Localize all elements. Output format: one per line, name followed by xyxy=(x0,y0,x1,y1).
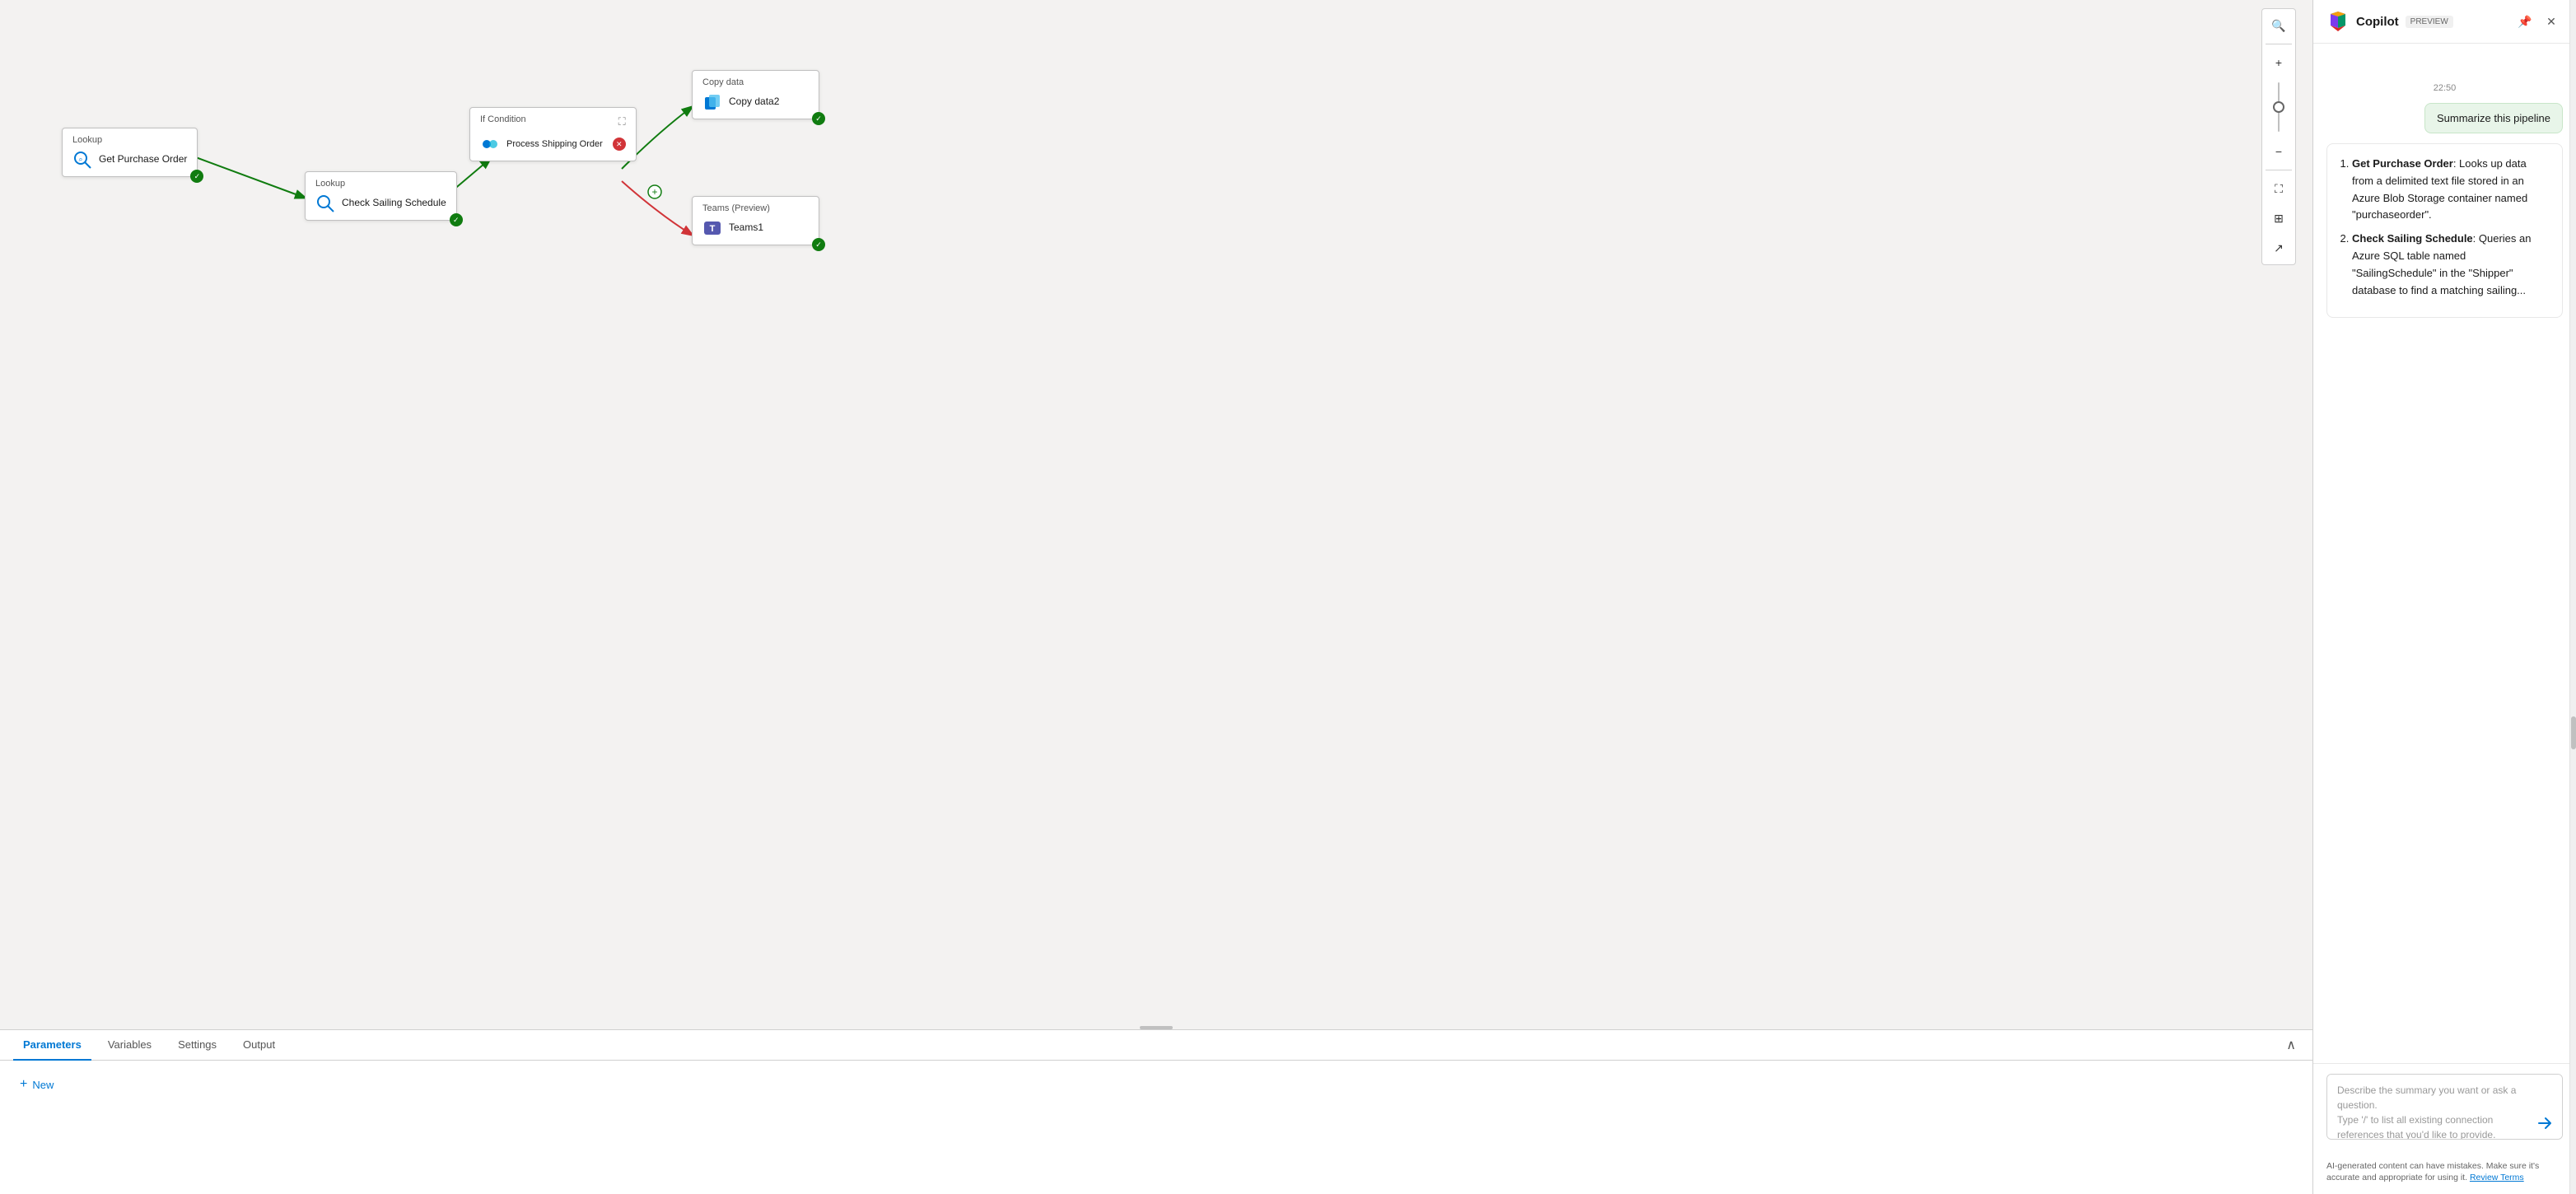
send-button[interactable] xyxy=(2535,1116,2555,1136)
node-if-condition-label: If Condition xyxy=(480,114,526,124)
ai-response-item-1: Get Purchase Order: Looks up data from a… xyxy=(2352,156,2550,224)
node-copy-data[interactable]: Copy data Copy data2 ✓ xyxy=(692,70,819,119)
bottom-panel: Parameters Variables Settings Output ∧ +… xyxy=(0,1029,2312,1194)
copilot-panel: Copilot PREVIEW 📌 ✕ 22:50 Summarize this… xyxy=(2312,0,2576,1194)
lookup-icon: ⌕ xyxy=(72,150,92,170)
node-label: Check Sailing Schedule xyxy=(342,197,446,210)
copilot-header: Copilot PREVIEW 📌 ✕ xyxy=(2313,0,2576,44)
svg-text:⌕: ⌕ xyxy=(78,155,82,163)
node-teams[interactable]: Teams (Preview) T Teams1 ✓ xyxy=(692,196,819,245)
expand-icon[interactable]: ⛶ xyxy=(618,115,626,128)
process-icon xyxy=(480,134,500,154)
copilot-input[interactable] xyxy=(2326,1074,2563,1140)
fit-screen-button[interactable]: ⛶ xyxy=(2266,175,2292,202)
plus-icon: + xyxy=(20,1077,27,1092)
tab-settings[interactable]: Settings xyxy=(168,1030,226,1061)
teams-icon: T xyxy=(702,218,722,238)
node-label: Copy data2 xyxy=(729,96,779,109)
new-parameter-button[interactable]: + New xyxy=(13,1074,60,1095)
node-success-indicator: ✓ xyxy=(812,112,825,125)
slider-thumb[interactable] xyxy=(2273,101,2284,113)
slider-track xyxy=(2278,82,2280,132)
ai-response: Get Purchase Order: Looks up data from a… xyxy=(2326,143,2563,318)
tab-parameters[interactable]: Parameters xyxy=(13,1030,91,1061)
node-success-indicator: ✓ xyxy=(812,238,825,251)
node-get-purchase-order[interactable]: Lookup ⌕ Get Purchase Order ✓ xyxy=(62,128,198,177)
svg-text:+: + xyxy=(651,186,657,198)
tab-output[interactable]: Output xyxy=(233,1030,285,1061)
node-label: Teams1 xyxy=(729,222,763,235)
zoom-out-button[interactable]: − xyxy=(2266,138,2292,165)
new-button-label: New xyxy=(32,1079,54,1091)
node-copy-header: Copy data xyxy=(702,77,809,87)
close-copilot-button[interactable]: ✕ xyxy=(2540,10,2563,33)
copilot-preview-badge: PREVIEW xyxy=(2406,16,2453,28)
pin-button[interactable]: 📌 xyxy=(2513,10,2536,33)
copy-icon xyxy=(702,92,722,112)
scrollbar-thumb[interactable] xyxy=(2571,716,2576,749)
node-type-label: Lookup xyxy=(315,179,446,189)
node-success-indicator: ✓ xyxy=(190,170,203,183)
node-success-indicator: ✓ xyxy=(450,213,463,226)
svg-text:T: T xyxy=(710,224,716,234)
node-error-indicator: ✕ xyxy=(613,138,626,151)
copilot-input-wrapper xyxy=(2326,1074,2563,1144)
canvas-toolbar: 🔍 + − ⛶ ⊞ ↗ xyxy=(2261,8,2296,265)
node-if-condition[interactable]: If Condition ⛶ Process Shipping Order ✕ xyxy=(469,107,637,161)
node-type-label: Lookup xyxy=(72,135,187,145)
ai-response-item-2: Check Sailing Schedule: Queries an Azure… xyxy=(2352,231,2550,299)
node-teams-header: Teams (Preview) xyxy=(702,203,809,213)
chat-timestamp: 22:50 xyxy=(2326,83,2563,93)
copilot-header-actions: 📌 ✕ xyxy=(2513,10,2563,33)
item2-name: Check Sailing Schedule xyxy=(2352,232,2473,245)
node-check-sailing-schedule[interactable]: Lookup Check Sailing Schedule ✓ xyxy=(305,171,457,221)
lookup-icon xyxy=(315,194,335,213)
zoom-slider xyxy=(2266,79,2292,135)
copilot-title: Copilot xyxy=(2356,15,2399,29)
copilot-footer: AI-generated content can have mistakes. … xyxy=(2313,1154,2576,1194)
item1-name: Get Purchase Order xyxy=(2352,157,2453,170)
scrollbar-track xyxy=(2569,0,2576,1194)
bottom-panel-content: + New xyxy=(0,1061,2312,1108)
review-terms-link[interactable]: Review Terms xyxy=(2470,1173,2524,1182)
pipeline-canvas: + Lookup ⌕ xyxy=(0,0,2312,1029)
arrange-button[interactable]: ⊞ xyxy=(2266,205,2292,231)
copilot-input-area xyxy=(2313,1063,2576,1154)
bottom-panel-tabs: Parameters Variables Settings Output ∧ xyxy=(0,1030,2312,1061)
connections-svg: + xyxy=(0,0,2312,1029)
node-label: Get Purchase Order xyxy=(99,153,187,166)
zoom-in-button[interactable]: + xyxy=(2266,49,2292,76)
main-area: + Lookup ⌕ xyxy=(0,0,2312,1194)
drag-handle[interactable] xyxy=(1140,1026,1173,1029)
search-button[interactable]: 🔍 xyxy=(2266,12,2292,39)
user-message: Summarize this pipeline xyxy=(2424,103,2563,133)
node-process-label: Process Shipping Order xyxy=(506,138,603,150)
expand-button[interactable]: ↗ xyxy=(2266,235,2292,261)
collapse-panel-button[interactable]: ∧ xyxy=(2283,1033,2299,1056)
tab-variables[interactable]: Variables xyxy=(98,1030,161,1061)
copilot-logo xyxy=(2326,10,2350,33)
copilot-chat-body: 22:50 Summarize this pipeline Get Purcha… xyxy=(2313,44,2576,1063)
